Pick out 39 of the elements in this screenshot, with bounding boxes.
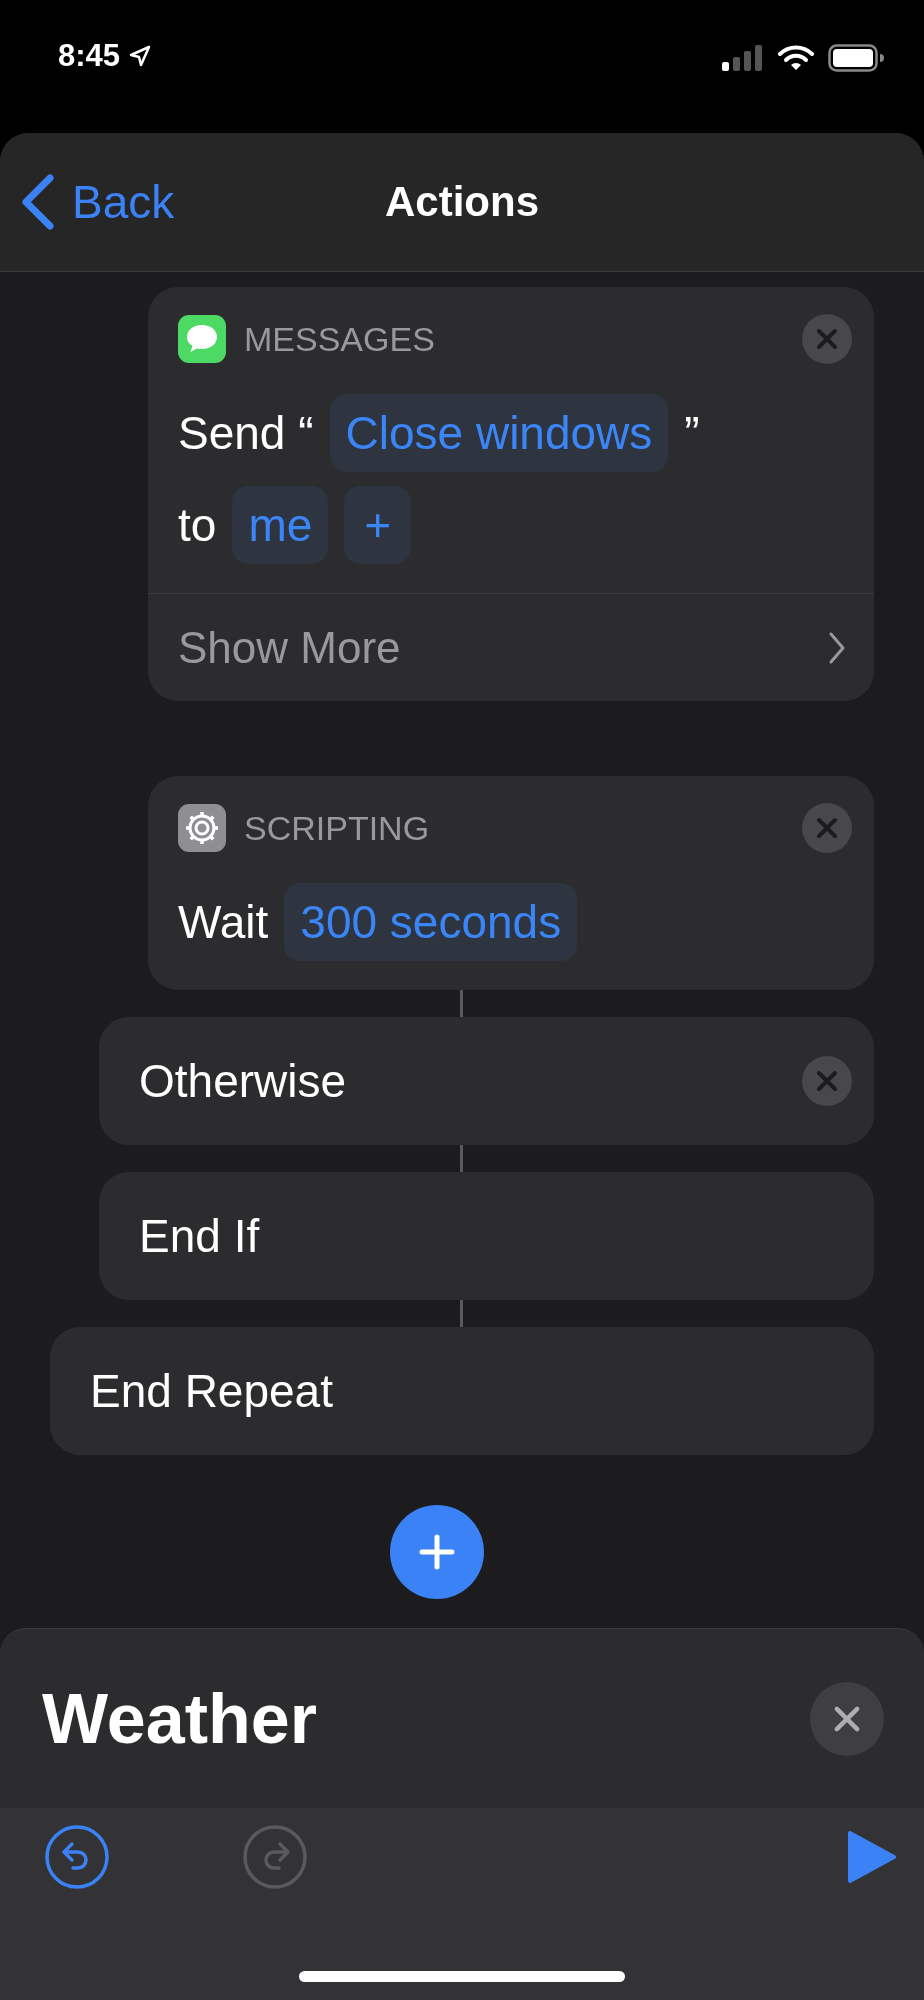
block-label: End If — [139, 1209, 260, 1263]
undo-button[interactable] — [44, 1824, 110, 1890]
plus-icon — [418, 1533, 456, 1571]
speech-bubble-icon — [178, 315, 226, 363]
add-recipient-button[interactable]: + — [344, 486, 412, 564]
chevron-left-icon — [20, 174, 56, 230]
show-more-row[interactable]: Show More — [148, 593, 874, 701]
redo-icon — [242, 1824, 308, 1890]
remove-button[interactable] — [802, 803, 852, 853]
location-arrow-icon — [128, 44, 153, 68]
screen-title: Actions — [385, 178, 539, 226]
action-text: to — [178, 498, 217, 552]
gear-icon — [178, 804, 226, 852]
block-label: Otherwise — [139, 1054, 347, 1108]
app-label: MESSAGES — [244, 319, 435, 359]
battery-icon — [828, 44, 884, 72]
remove-button[interactable] — [802, 1056, 852, 1106]
undo-icon — [44, 1824, 110, 1890]
close-icon — [816, 817, 838, 839]
app-label: SCRIPTING — [244, 808, 430, 848]
action-text: ” — [684, 406, 700, 460]
close-icon — [816, 328, 838, 350]
close-icon — [833, 1704, 861, 1733]
variable-token[interactable]: 300 seconds — [284, 883, 578, 961]
remove-button[interactable] — [802, 314, 852, 364]
wifi-icon — [778, 45, 814, 71]
back-button[interactable]: Back — [20, 170, 175, 234]
action-text: Wait — [178, 895, 269, 949]
action-text: Send “ — [178, 406, 314, 460]
close-icon — [816, 1070, 838, 1092]
play-icon — [846, 1829, 896, 1885]
clock-time: 8:45 — [58, 38, 121, 74]
play-button[interactable] — [846, 1829, 896, 1885]
chevron-right-icon — [828, 630, 846, 665]
variable-token[interactable]: me — [232, 486, 329, 564]
block-label: End Repeat — [90, 1364, 333, 1418]
sheet-title: Weather — [42, 1678, 317, 1759]
signal-icon — [722, 45, 764, 71]
variable-token[interactable]: Close windows — [329, 394, 669, 472]
